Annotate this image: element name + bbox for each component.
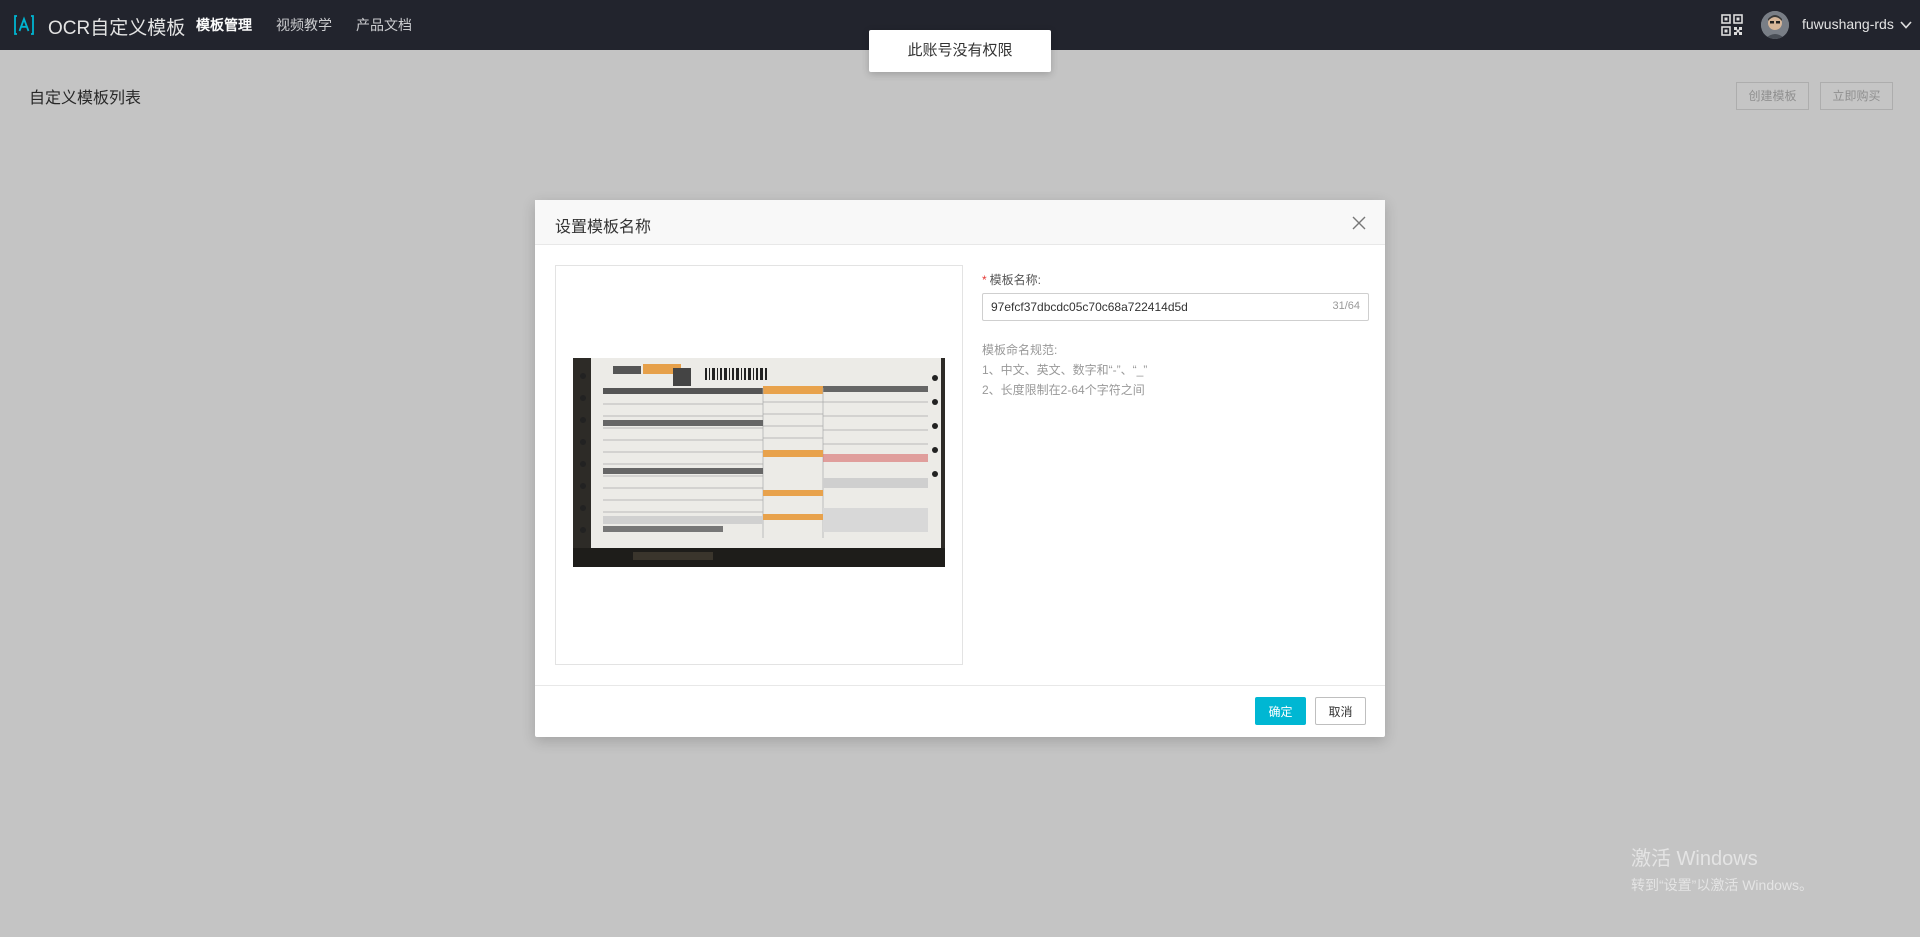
template-name-label-text: 模板名称: <box>989 273 1042 287</box>
template-image-preview <box>555 265 963 665</box>
template-name-input[interactable] <box>983 294 1313 320</box>
watermark-line-2: 转到“设置”以激活 Windows。 <box>1631 877 1814 893</box>
required-mark: * <box>982 273 987 287</box>
set-template-name-dialog: 设置模板名称 * 模板名称: 97efcf37dbcdc05c70c68a722… <box>535 200 1385 737</box>
confirm-button[interactable]: 确定 <box>1255 697 1306 725</box>
dialog-footer: 确定 取消 <box>535 685 1385 737</box>
dialog-header: 设置模板名称 <box>535 200 1385 245</box>
toast-message: 此账号没有权限 <box>869 30 1051 72</box>
dialog-title: 设置模板名称 <box>555 219 652 236</box>
naming-rules-title: 模板命名规范: <box>982 343 1058 357</box>
waybill-image <box>573 358 945 567</box>
close-icon[interactable] <box>1352 216 1366 230</box>
cancel-button[interactable]: 取消 <box>1315 697 1366 725</box>
template-name-label: * 模板名称: <box>982 271 1041 288</box>
char-counter: 31/64 <box>1332 300 1360 312</box>
naming-rule-1: 1、中文、英文、数字和“-”、“_” <box>982 363 1148 377</box>
waybill-image-graphic <box>573 358 945 567</box>
watermark-line-1: 激活 Windows <box>1631 848 1758 870</box>
naming-rules: 模板命名规范: 1、中文、英文、数字和“-”、“_” 2、长度限制在2-64个字… <box>982 340 1147 400</box>
template-name-field[interactable]: 31/64 <box>982 293 1369 321</box>
windows-activation-watermark: 激活 Windows 转到“设置”以激活 Windows。 <box>1631 842 1813 895</box>
naming-rule-2: 2、长度限制在2-64个字符之间 <box>982 383 1145 397</box>
